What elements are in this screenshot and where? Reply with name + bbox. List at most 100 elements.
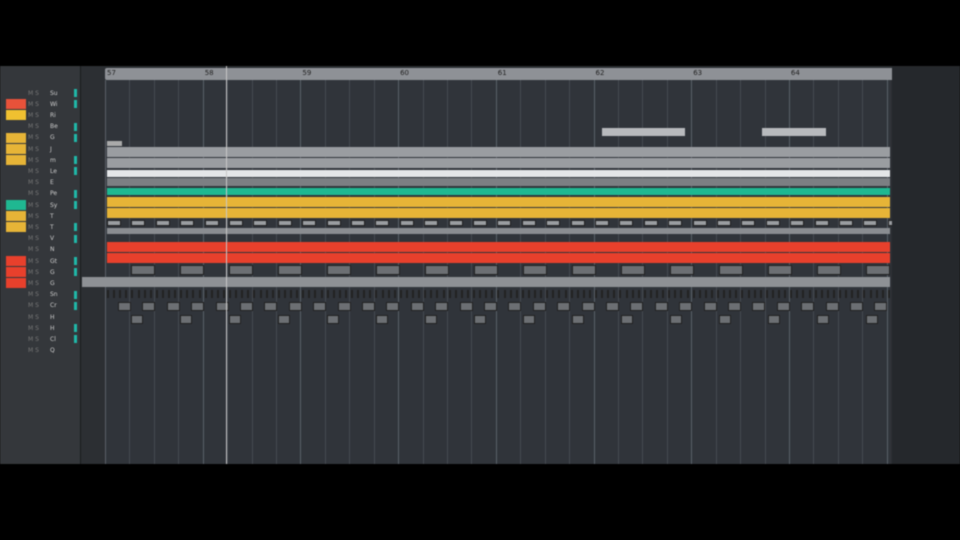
track-header[interactable]: M S Pe — [28, 189, 74, 199]
clip[interactable] — [717, 290, 719, 298]
clip[interactable] — [399, 290, 402, 298]
clip[interactable] — [784, 290, 787, 298]
clip[interactable] — [418, 290, 421, 298]
mute-solo-buttons[interactable]: M S — [28, 280, 50, 287]
clip[interactable] — [728, 302, 741, 311]
track-header[interactable]: M S Wi — [28, 99, 74, 109]
clip[interactable] — [459, 302, 473, 311]
clip[interactable] — [801, 302, 815, 311]
clip[interactable] — [576, 290, 579, 298]
track-lane-clip[interactable] — [602, 128, 685, 136]
clip[interactable] — [845, 290, 848, 298]
clip[interactable] — [448, 290, 451, 298]
clip[interactable] — [523, 315, 535, 324]
clip[interactable] — [595, 290, 597, 298]
track-header[interactable]: M S Su — [28, 88, 74, 98]
track-header[interactable]: M S Le — [28, 166, 74, 176]
clip[interactable] — [686, 290, 689, 298]
track-lane-clip[interactable] — [107, 170, 890, 177]
clip[interactable] — [375, 290, 378, 298]
clip[interactable] — [424, 220, 439, 226]
clip[interactable] — [192, 290, 195, 298]
mute-solo-buttons[interactable]: M S — [28, 190, 50, 197]
clip[interactable] — [668, 220, 683, 226]
clip[interactable] — [552, 290, 555, 298]
clip[interactable] — [765, 220, 780, 226]
clip[interactable] — [290, 290, 292, 298]
track-header[interactable]: M SJ — [28, 144, 74, 154]
clip[interactable] — [719, 265, 743, 275]
clip[interactable] — [759, 290, 762, 298]
track-lane-clip[interactable] — [107, 242, 890, 252]
clip[interactable] — [369, 290, 372, 298]
mute-solo-buttons[interactable]: M S — [28, 202, 50, 209]
track-lane-clip[interactable] — [107, 197, 890, 207]
clip[interactable] — [131, 265, 155, 275]
mute-solo-buttons[interactable]: M S — [28, 213, 50, 220]
mute-solo-buttons[interactable]: M S — [28, 235, 50, 242]
clip[interactable] — [107, 290, 109, 298]
clip[interactable] — [473, 290, 475, 298]
clip[interactable] — [143, 290, 146, 298]
clip[interactable] — [357, 290, 360, 298]
timeline-ruler[interactable]: 57 58 59 60 61 62 63 64 — [105, 68, 895, 80]
clip[interactable] — [149, 290, 152, 298]
clip[interactable] — [558, 290, 561, 298]
clip[interactable] — [869, 290, 872, 298]
mute-solo-buttons[interactable]: M S — [28, 146, 50, 153]
arrangement-grid[interactable] — [82, 80, 902, 464]
clip[interactable] — [229, 265, 253, 275]
track-header[interactable]: M Sm — [28, 155, 74, 165]
clip[interactable] — [546, 290, 549, 298]
clip[interactable] — [765, 290, 768, 298]
clip[interactable] — [866, 265, 890, 275]
clip[interactable] — [802, 290, 805, 298]
clip[interactable] — [265, 290, 268, 298]
clip[interactable] — [313, 302, 327, 311]
mute-solo-buttons[interactable]: M S — [28, 325, 50, 332]
clip[interactable] — [166, 302, 180, 311]
clip[interactable] — [119, 290, 122, 298]
track-header[interactable]: M S Sy — [28, 200, 74, 210]
clip[interactable] — [814, 290, 817, 298]
clip[interactable] — [466, 290, 469, 298]
mute-solo-buttons[interactable]: M S — [28, 347, 50, 354]
clip[interactable] — [283, 290, 286, 298]
clip[interactable] — [741, 220, 756, 226]
clip[interactable] — [351, 220, 365, 226]
clip[interactable] — [619, 220, 634, 226]
clip[interactable] — [532, 302, 546, 311]
clip[interactable] — [216, 290, 219, 298]
clip[interactable] — [155, 220, 170, 226]
clip[interactable] — [503, 290, 506, 298]
clip[interactable] — [851, 290, 854, 298]
track-header[interactable]: M S Cl — [28, 334, 74, 344]
clip[interactable] — [752, 302, 766, 311]
clip[interactable] — [344, 290, 347, 298]
clip[interactable] — [790, 220, 805, 226]
clip[interactable] — [796, 290, 799, 298]
clip[interactable] — [332, 290, 335, 298]
clip[interactable] — [710, 290, 713, 298]
clip[interactable] — [630, 302, 644, 311]
track-lane-clip[interactable] — [107, 147, 890, 157]
clip[interactable] — [572, 315, 584, 324]
clip[interactable] — [741, 290, 744, 298]
clip[interactable] — [376, 315, 388, 324]
clip[interactable] — [362, 302, 375, 311]
clip[interactable] — [326, 220, 341, 226]
clip[interactable] — [435, 302, 449, 311]
clip[interactable] — [186, 290, 189, 298]
clip[interactable] — [662, 290, 665, 298]
clip[interactable] — [454, 290, 457, 298]
clip[interactable] — [278, 315, 290, 324]
clip[interactable] — [204, 290, 207, 298]
clip[interactable] — [302, 290, 305, 298]
mute-solo-buttons[interactable]: M S — [28, 302, 50, 309]
mute-solo-buttons[interactable]: M S — [28, 134, 50, 141]
clip[interactable] — [674, 290, 677, 298]
clip[interactable] — [621, 315, 633, 324]
track-header[interactable]: M S Cr — [28, 301, 74, 311]
track-header[interactable]: M SG — [28, 133, 74, 143]
clip[interactable] — [338, 290, 341, 298]
